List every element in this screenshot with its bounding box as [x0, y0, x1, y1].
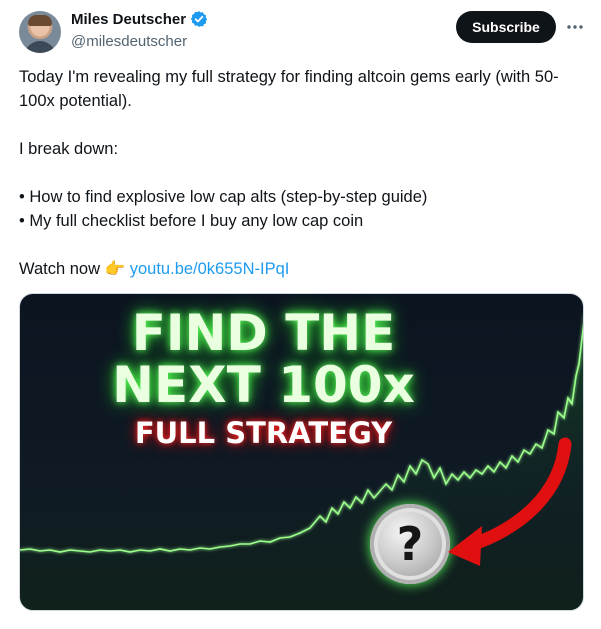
- avatar-shirt: [24, 41, 56, 53]
- more-options-button[interactable]: [565, 18, 585, 36]
- verified-badge-icon: [190, 11, 208, 27]
- watch-prefix: Watch now: [19, 260, 101, 278]
- coin-question-mark: ?: [396, 517, 424, 571]
- avatar-hair: [28, 15, 52, 26]
- author-name[interactable]: Miles Deutscher: [71, 11, 186, 28]
- thumbnail-headline-2: NEXT 100x: [112, 356, 415, 414]
- post-line-breakdown: I break down:: [19, 140, 119, 158]
- post-bullet-1: • How to find explosive low cap alts (st…: [19, 188, 428, 206]
- subscribe-button[interactable]: Subscribe: [456, 11, 556, 43]
- pointing-hand-emoji: 👉: [104, 260, 126, 278]
- post-bullet-2: • My full checklist before I buy any low…: [19, 212, 364, 230]
- more-horizontal-icon: [567, 25, 583, 29]
- author-name-row: Miles Deutscher: [71, 10, 208, 28]
- video-link[interactable]: youtu.be/0k655N-IPqI: [130, 260, 290, 278]
- avatar[interactable]: [19, 11, 61, 53]
- mystery-coin-icon: ?: [370, 504, 450, 584]
- author-handle[interactable]: @milesdeutscher: [71, 33, 187, 50]
- thumbnail-subheadline: FULL STRATEGY: [134, 416, 393, 450]
- video-thumbnail[interactable]: FIND THE NEXT 100x FULL STRATEGY ?: [19, 293, 584, 611]
- post-text: Today I'm revealing my full strategy for…: [19, 65, 579, 281]
- thumbnail-headline-1: FIND THE: [131, 304, 396, 362]
- post-line-intro: Today I'm revealing my full strategy for…: [19, 68, 559, 110]
- post-watch-line: Watch now 👉 youtu.be/0k655N-IPqI: [19, 257, 579, 281]
